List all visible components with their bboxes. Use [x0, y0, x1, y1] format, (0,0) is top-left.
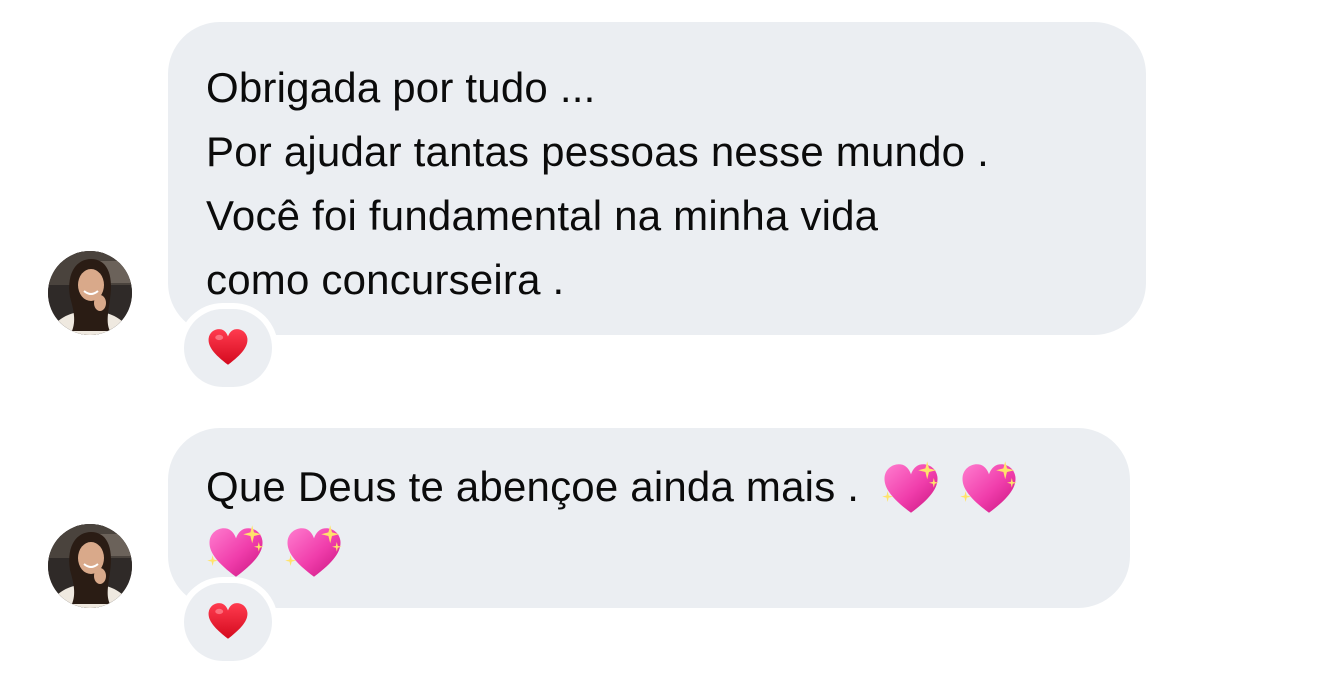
red-heart-icon: [206, 326, 250, 370]
sender-avatar[interactable]: [48, 251, 132, 335]
message-line: Você foi fundamental na minha vida: [206, 192, 879, 239]
sender-avatar[interactable]: [48, 524, 132, 608]
message-line: como concurseira .: [206, 256, 565, 303]
sparkling-heart-icon: [881, 460, 941, 520]
message-text: Que Deus te abençoe ainda mais .: [206, 463, 860, 510]
message-line: Obrigada por tudo ...: [206, 64, 596, 111]
sparkling-heart-icon: [206, 524, 266, 584]
message-line: [206, 520, 1092, 584]
reaction-badge[interactable]: [184, 583, 272, 661]
avatar-photo: [48, 524, 132, 608]
message-line: Por ajudar tantas pessoas nesse mundo .: [206, 128, 989, 175]
red-heart-icon: [206, 600, 250, 644]
sparkling-heart-icon: [284, 524, 344, 584]
message-bubble[interactable]: Que Deus te abençoe ainda mais .: [168, 428, 1130, 608]
message-bubble[interactable]: Obrigada por tudo ... Por ajudar tantas …: [168, 22, 1146, 335]
message-line: Que Deus te abençoe ainda mais .: [206, 456, 1092, 520]
sparkling-heart-icon: [959, 460, 1019, 520]
reaction-badge[interactable]: [184, 309, 272, 387]
avatar-photo: [48, 251, 132, 335]
